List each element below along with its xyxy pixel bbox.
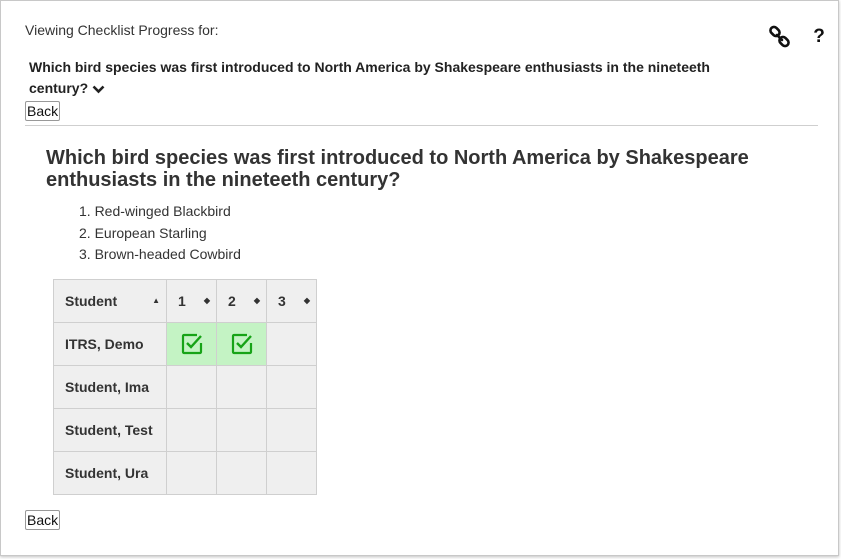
progress-cell-empty: [166, 408, 217, 452]
table-header-row: Student ▲ 1 ◆ 2 ◆ 3 ◆: [53, 279, 317, 323]
sort-icon: ◆: [303, 296, 310, 305]
progress-cell-complete: [166, 322, 217, 366]
column-header-q2[interactable]: 2 ◆: [216, 279, 267, 323]
column-header-label: 1: [178, 293, 186, 309]
dialog-frame: Viewing Checklist Progress for: ? Which …: [0, 0, 839, 556]
link-icon-graphic: [769, 25, 790, 48]
question-title: Which bird species was first introduced …: [46, 147, 749, 191]
column-header-q3[interactable]: 3 ◆: [266, 279, 317, 323]
answer-item: 3. Brown-headed Cowbird: [79, 246, 241, 262]
table-row: ITRS, Demo: [53, 322, 317, 366]
link-icon[interactable]: [768, 25, 792, 49]
answer-list: 1. Red-winged Blackbird 2. European Star…: [79, 201, 241, 266]
divider: [25, 125, 818, 126]
table-row: Student, Ima: [53, 365, 317, 409]
column-header-label: Student: [65, 293, 118, 309]
progress-cell-empty: [166, 451, 217, 495]
progress-cell-empty: [166, 365, 217, 409]
student-name: Student, Ura: [53, 451, 167, 495]
progress-cell-empty: [266, 322, 317, 366]
progress-cell-empty: [216, 408, 267, 452]
column-header-q1[interactable]: 1 ◆: [166, 279, 217, 323]
answer-item: 2. European Starling: [79, 224, 207, 241]
question-selector[interactable]: Which bird species was first introduced …: [29, 57, 769, 100]
progress-cell-empty: [216, 451, 267, 495]
progress-cell-empty: [266, 408, 317, 452]
column-header-student[interactable]: Student ▲: [53, 279, 167, 323]
table-row: Student, Ura: [53, 451, 317, 495]
table-row: Student, Test: [53, 408, 317, 452]
progress-cell-empty: [266, 451, 317, 495]
answer-item: 1. Red-winged Blackbird: [79, 203, 231, 219]
column-header-label: 2: [228, 293, 236, 309]
sort-icon: ◆: [203, 296, 210, 305]
sort-icon: ◆: [253, 296, 260, 305]
back-button-bottom[interactable]: Back: [25, 510, 61, 530]
student-name: Student, Ima: [53, 365, 167, 409]
progress-cell-complete: [216, 322, 267, 366]
checkbox-checked-icon: [231, 333, 252, 355]
help-icon[interactable]: ?: [810, 25, 828, 49]
selected-question-text: Which bird species was first introduced …: [29, 59, 710, 96]
progress-cell-empty: [266, 365, 317, 409]
checkbox-checked-icon: [181, 333, 202, 355]
progress-cell-empty: [216, 365, 267, 409]
student-name: Student, Test: [53, 408, 167, 452]
chevron-down-icon: [92, 79, 105, 100]
column-header-label: 3: [278, 293, 286, 309]
progress-table: Student ▲ 1 ◆ 2 ◆ 3 ◆ ITRS, Demo Student, Ima…: [53, 279, 317, 495]
sort-ascending-icon: ▲: [152, 296, 160, 305]
student-name: ITRS, Demo: [53, 322, 167, 366]
back-button-top[interactable]: Back: [25, 101, 61, 121]
viewing-label: Viewing Checklist Progress for:: [25, 22, 219, 38]
